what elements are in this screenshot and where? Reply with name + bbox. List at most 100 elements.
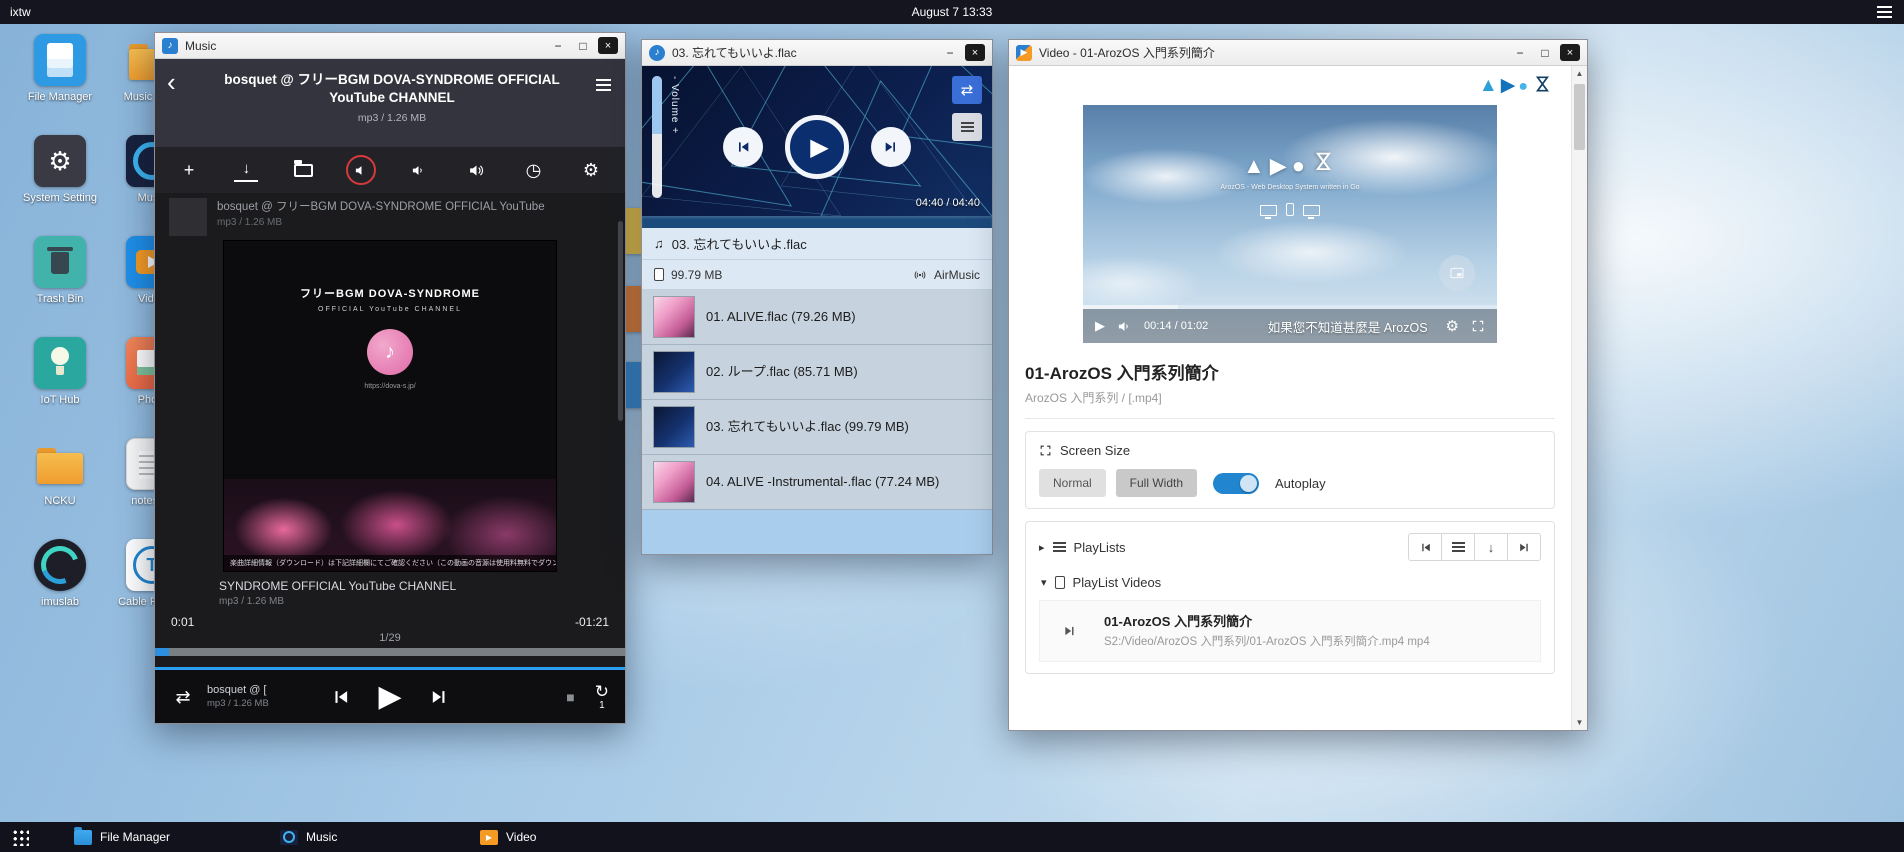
video-settings-icon[interactable]: ⚙ — [1446, 317, 1459, 335]
desktop-icon-file-manager[interactable]: File Manager — [14, 34, 106, 135]
track-info: ♫ 03. 忘れてもいいよ.flac 99.79 MB AirMusic — [642, 228, 992, 290]
album-art-thumbnail — [654, 297, 694, 337]
next-video-button[interactable] — [1507, 533, 1541, 561]
taskbar-item-file-manager[interactable]: File Manager — [74, 822, 170, 852]
minimize-button[interactable]: − — [548, 37, 568, 54]
desktop-icon-imuslab[interactable]: imuslab — [14, 539, 106, 640]
download-video-button[interactable]: ↓ — [1474, 533, 1508, 561]
video-app-icon: ▶ — [1016, 45, 1032, 61]
topbar-menu-icon[interactable] — [1877, 11, 1892, 13]
volume-icon[interactable] — [1117, 319, 1132, 334]
maximize-button[interactable]: □ — [1535, 44, 1555, 61]
play-icon[interactable]: ▶ — [1095, 318, 1105, 334]
repeat-mode-icon[interactable]: ⇄ — [952, 76, 982, 104]
desktop-icon-iot-hub[interactable]: IoT Hub — [14, 337, 106, 438]
list-item[interactable]: SYNDROME OFFICIAL YouTube CHANNEL mp3 / … — [155, 571, 625, 607]
video-frame-content: ▲▶●⋈ ArozOS - Web Desktop System written… — [1083, 153, 1497, 216]
list-item[interactable]: bosquet @ フリーBGM DOVA-SYNDROME OFFICIAL … — [155, 193, 625, 241]
close-button[interactable]: × — [965, 44, 985, 61]
add-button[interactable]: + — [177, 158, 201, 182]
video-window-titlebar[interactable]: ▶ Video - 01-ArozOS 入門系列簡介 − □ × — [1009, 40, 1587, 66]
arozos-logo-icon: ▲▶●⋈ — [1083, 153, 1497, 179]
mute-icon[interactable] — [349, 158, 373, 182]
previous-track-icon[interactable] — [330, 687, 350, 707]
normal-button[interactable]: Normal — [1039, 469, 1106, 497]
track-row[interactable]: 02. ループ.flac (85.71 MB) — [642, 345, 992, 400]
caret-right-icon[interactable]: ▸ — [1039, 541, 1045, 554]
time-display: 04:40 / 04:40 — [916, 197, 980, 209]
desktop-icon-trash-bin[interactable]: Trash Bin — [14, 236, 106, 337]
track-row[interactable]: 03. 忘れてもいいよ.flac (99.79 MB) — [642, 400, 992, 455]
fullscreen-icon[interactable] — [1471, 319, 1485, 333]
close-button[interactable]: × — [1560, 44, 1580, 61]
seek-bar[interactable] — [642, 216, 992, 228]
track-row[interactable]: 04. ALIVE -Instrumental-.flac (77.24 MB) — [642, 455, 992, 510]
minimize-button[interactable]: − — [1510, 44, 1530, 61]
previous-track-button[interactable] — [723, 127, 763, 167]
top-bar: ixtw August 7 13:33 — [0, 0, 1904, 24]
back-icon[interactable]: ‹ — [167, 71, 197, 93]
autoplay-toggle[interactable] — [1213, 473, 1259, 494]
settings-gear-icon[interactable]: ⚙ — [579, 158, 603, 182]
document-icon — [1055, 576, 1065, 589]
track-index: 1/29 — [155, 629, 625, 648]
time-remaining: -01:21 — [575, 615, 609, 629]
previous-video-button[interactable] — [1408, 533, 1442, 561]
scrollbar[interactable]: ▲ ▼ — [1571, 66, 1587, 730]
video-app-icon: ▶ — [480, 830, 498, 845]
seek-bar[interactable] — [155, 648, 625, 656]
taskbar-item-video[interactable]: ▶ Video — [480, 822, 536, 852]
volume-slider[interactable] — [652, 76, 662, 198]
playlist-list-button[interactable] — [1441, 533, 1475, 561]
now-playing-marker-icon — [1050, 624, 1090, 638]
play-button[interactable]: ▶ — [785, 115, 849, 179]
taskbar-item-music[interactable]: Music — [280, 822, 337, 852]
history-clock-icon[interactable]: ◷ — [522, 158, 546, 182]
playlist-video-item[interactable]: 01-ArozOS 入門系列簡介 S2:/Video/ArozOS 入門系列/0… — [1039, 600, 1541, 662]
app-grid-icon[interactable] — [12, 829, 29, 846]
maximize-button[interactable]: □ — [573, 37, 593, 54]
stop-icon[interactable]: ■ — [566, 689, 574, 705]
scrollbar[interactable] — [618, 221, 623, 421]
music-toolbar: + ↓ ◷ ⚙ — [155, 147, 625, 193]
open-folder-icon[interactable] — [292, 158, 316, 182]
track-row[interactable]: 01. ALIVE.flac (79.26 MB) — [642, 290, 992, 345]
track-format: mp3 / 1.26 MB — [197, 112, 587, 124]
folder-icon — [34, 438, 86, 490]
download-icon[interactable]: ↓ — [234, 158, 258, 182]
next-track-button[interactable] — [871, 127, 911, 167]
video-player[interactable]: ▲▶●⋈ ArozOS - Web Desktop System written… — [1083, 105, 1497, 343]
desktop-icon-ncku[interactable]: NCKU — [14, 438, 106, 539]
menu-icon[interactable] — [587, 71, 613, 93]
music-window: ♪ Music − □ × ‹ bosquet @ フリーBGM DOVA-SY… — [154, 32, 626, 724]
play-icon[interactable]: ▶ — [378, 682, 401, 712]
volume-high-icon[interactable] — [464, 158, 488, 182]
video-time: 00:14 / 01:02 — [1144, 320, 1208, 332]
scroll-up-icon[interactable]: ▲ — [1572, 69, 1587, 78]
scroll-down-icon[interactable]: ▼ — [1572, 718, 1587, 727]
audio-window-titlebar[interactable]: ♪ 03. 忘れてもいいよ.flac − × — [642, 40, 992, 66]
scrollbar-thumb[interactable] — [1574, 84, 1585, 150]
brand-tagline: ArozOS - Web Desktop System written in G… — [1083, 184, 1497, 191]
window-title: 03. 忘れてもいいよ.flac — [672, 44, 933, 61]
time-elapsed: 0:01 — [171, 615, 194, 629]
music-app-icon: ♪ — [162, 38, 178, 54]
full-width-button[interactable]: Full Width — [1116, 469, 1197, 497]
picture-in-picture-icon[interactable] — [1439, 255, 1475, 291]
playlist-menu-icon[interactable] — [952, 113, 982, 141]
next-track-icon[interactable] — [430, 687, 450, 707]
repeat-icon[interactable]: ↻ 1 — [595, 683, 609, 711]
volume-low-icon[interactable] — [407, 158, 431, 182]
caret-down-icon[interactable]: ▾ — [1041, 576, 1047, 589]
playlist-item-path: S2:/Video/ArozOS 入門系列/01-ArozOS 入門系列簡介.m… — [1104, 634, 1430, 651]
album-art[interactable]: フリーBGM DOVA-SYNDROME OFFICIAL YouTube CH… — [224, 241, 556, 571]
file-manager-icon — [34, 34, 86, 86]
shuffle-icon[interactable]: ⇄ — [171, 685, 195, 709]
lightbulb-icon — [34, 337, 86, 389]
volume-label: - Volume + — [669, 76, 680, 134]
music-window-titlebar[interactable]: ♪ Music − □ × — [155, 33, 625, 59]
screen-size-icon — [1039, 444, 1052, 457]
desktop-icon-system-setting[interactable]: ⚙ System Setting — [14, 135, 106, 236]
minimize-button[interactable]: − — [940, 44, 960, 61]
close-button[interactable]: × — [598, 37, 618, 54]
